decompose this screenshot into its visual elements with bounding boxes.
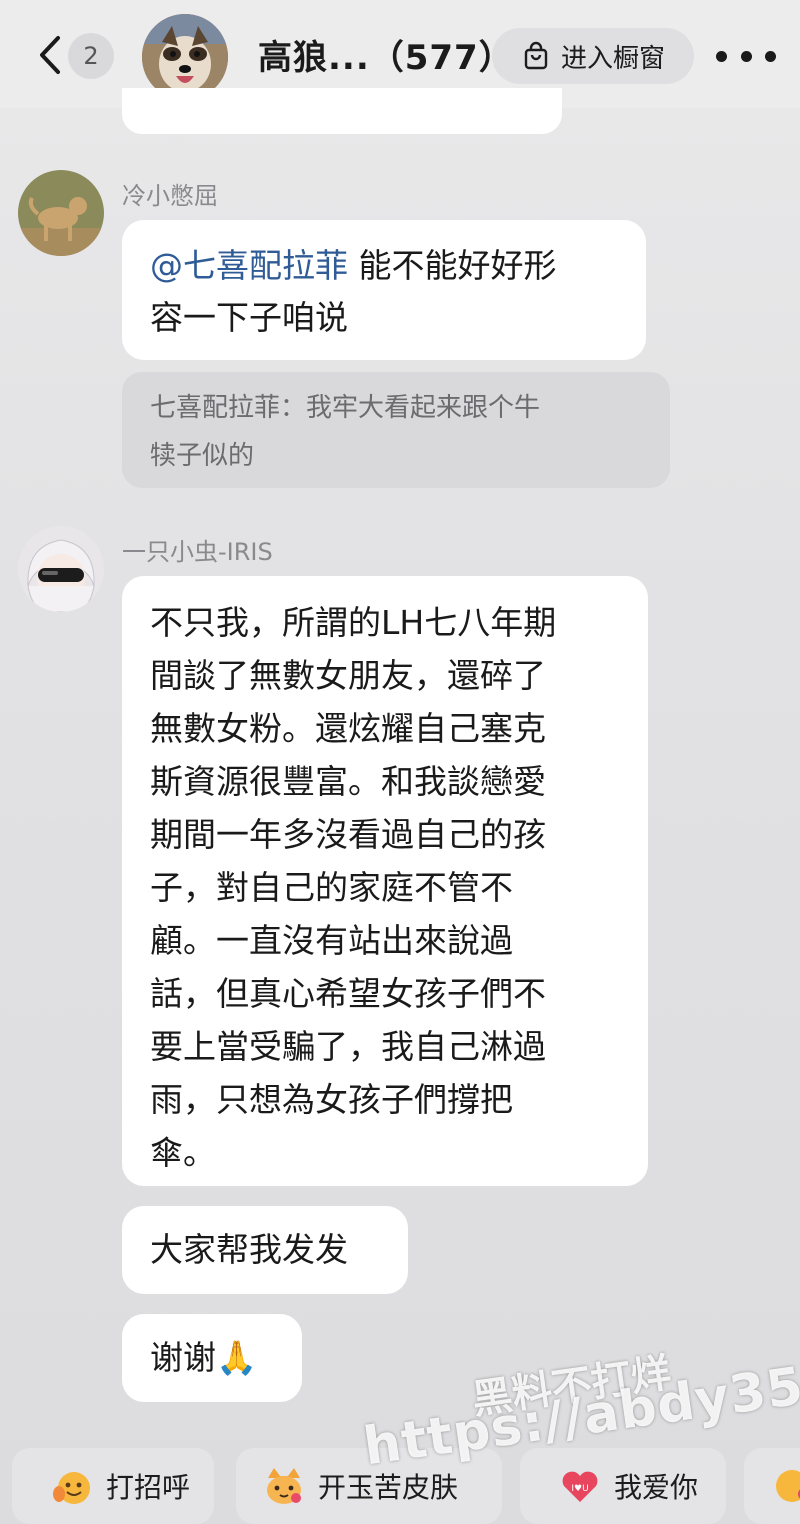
message-text: 大家帮我发发 <box>150 1230 348 1269</box>
message-line: 間談了無數女朋友，還碎了 <box>150 656 546 695</box>
cat-emoji-icon <box>267 1468 301 1504</box>
more-dot-icon <box>740 50 752 62</box>
dog-avatar-icon <box>18 170 104 256</box>
quick-reply-love[interactable]: I♥U 我爱你 <box>520 1448 726 1524</box>
message-line: 雨，只想為女孩子們撐把 <box>150 1080 513 1119</box>
message-line: 斯資源很豐富。和我談戀愛 <box>150 762 546 801</box>
previous-message-bubble[interactable] <box>122 88 562 134</box>
more-dot-icon <box>716 50 727 62</box>
message-line: 子，對自己的家庭不管不 <box>150 868 513 907</box>
group-title[interactable]: 高狼...（577） <box>258 30 514 79</box>
unread-count-badge[interactable]: 2 <box>68 33 114 79</box>
message-line: 期間一年多沒看過自己的孩 <box>150 815 546 854</box>
quick-reply-greet[interactable]: 打招呼 <box>12 1448 214 1524</box>
user-avatar[interactable] <box>18 526 104 612</box>
message-bubble[interactable]: 大家帮我发发 <box>122 1206 408 1294</box>
shopping-bag-icon <box>524 41 548 70</box>
quick-reply-label: 打招呼 <box>106 1471 191 1504</box>
quick-reply-label: 我爱你 <box>614 1471 699 1504</box>
quoted-message[interactable]: 七喜配拉菲：我牢大看起来跟个牛 犊子似的 <box>122 372 670 488</box>
more-dot-icon <box>765 50 776 62</box>
enter-shop-button[interactable]: 进入橱窗 <box>492 28 694 84</box>
chevron-left-icon <box>40 36 60 74</box>
message-line: 無數女粉。還炫耀自己塞克 <box>150 709 546 748</box>
emoji-icon <box>776 1470 800 1502</box>
mention-link[interactable]: @七喜配拉菲 <box>150 246 348 285</box>
sender-name: 冷小憋屈 <box>122 182 218 210</box>
anime-avatar-icon <box>18 526 104 612</box>
sender-name: 一只小虫-IRIS <box>122 538 273 566</box>
message-line: 顧。一直沒有站出來說過 <box>150 921 513 960</box>
message-line: 不只我，所謂的LH七八年期 <box>150 603 557 642</box>
heart-emoji-icon: I♥U <box>562 1471 598 1502</box>
more-options-button[interactable] <box>716 36 776 76</box>
user-avatar[interactable] <box>18 170 104 256</box>
message-line: @七喜配拉菲 能不能好好形 <box>150 240 646 292</box>
message-text: 能不能好好形 <box>348 246 557 285</box>
quote-text: 七喜配拉菲：我牢大看起来跟个牛 <box>150 393 541 423</box>
message-line: 要上當受騙了，我自己淋過 <box>150 1027 546 1066</box>
svg-text:I♥U: I♥U <box>571 1484 588 1494</box>
message-text: 容一下子咱说 <box>150 298 348 337</box>
message-bubble[interactable]: 不只我，所謂的LH七八年期 間談了無數女朋友，還碎了 無數女粉。還炫耀自己塞克 … <box>122 576 648 1186</box>
wave-emoji-icon <box>53 1472 90 1504</box>
message-bubble[interactable]: @七喜配拉菲 能不能好好形 容一下子咱说 <box>122 220 646 360</box>
quote-text: 犊子似的 <box>150 441 255 471</box>
enter-shop-label: 进入橱窗 <box>560 43 665 74</box>
message-line: 傘。 <box>150 1133 216 1172</box>
message-text: 谢谢🙏 <box>150 1338 258 1377</box>
message-bubble[interactable]: 谢谢🙏 <box>122 1314 302 1402</box>
back-button[interactable] <box>30 30 70 80</box>
message-line: 話，但真心希望女孩子們不 <box>150 974 546 1013</box>
quick-reply-more[interactable] <box>744 1448 800 1524</box>
